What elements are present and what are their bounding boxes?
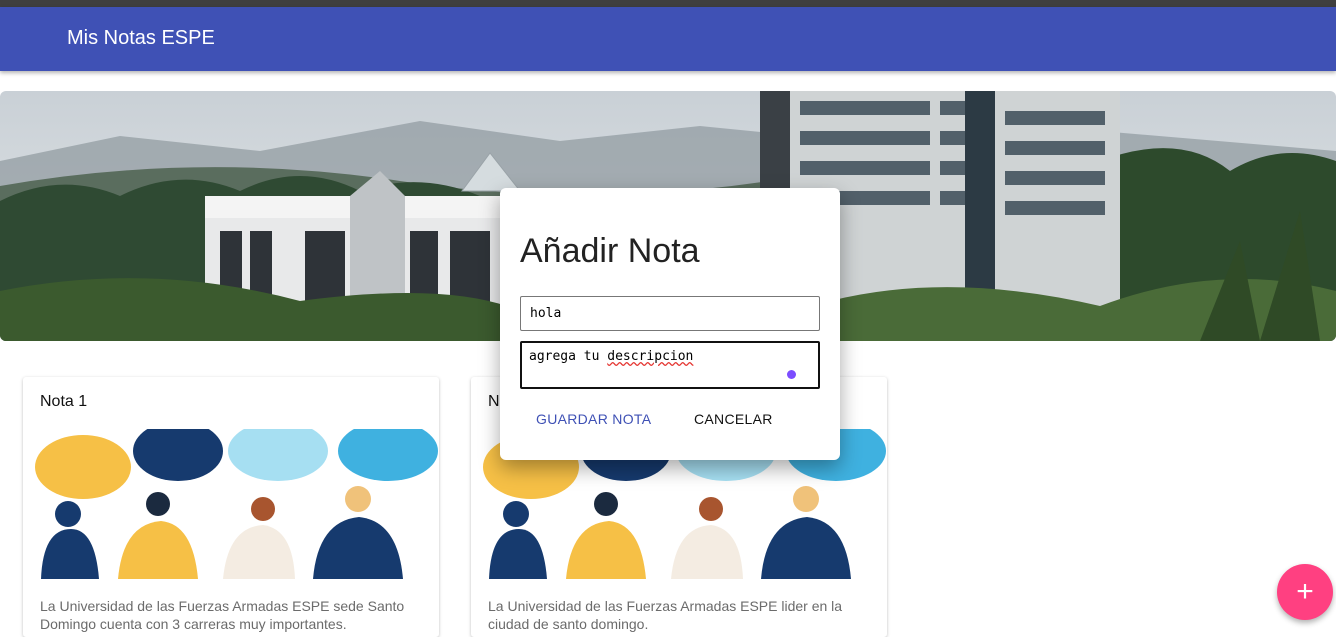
resize-handle-icon[interactable] [787, 370, 796, 379]
note-description-textarea[interactable]: agrega tu descripcion [520, 341, 820, 389]
app-title: Mis Notas ESPE [67, 27, 215, 49]
description-text-prefix: agrega tu [529, 349, 608, 364]
note-title: Nota 1 [40, 393, 88, 410]
cancel-button[interactable]: CANCELAR [694, 411, 773, 427]
description-text: agrega tu descripcion [529, 349, 693, 364]
browser-top-strip [0, 0, 1336, 7]
dialog-title: Añadir Nota [520, 232, 700, 270]
plus-icon: + [1296, 575, 1314, 608]
save-note-button[interactable]: GUARDAR NOTA [536, 411, 651, 427]
add-note-dialog: Añadir Nota agrega tu descripcion GUARDA… [500, 188, 840, 460]
note-description: La Universidad de las Fuerzas Armadas ES… [488, 598, 843, 632]
app-bar: Mis Notas ESPE [0, 7, 1336, 71]
description-text-misspelled: descripcion [607, 349, 694, 364]
add-note-fab[interactable]: + [1277, 564, 1333, 620]
note-title-input[interactable] [520, 296, 820, 331]
note-card[interactable]: Nota 1 La Universidad de las Fuerzas Arm… [23, 377, 439, 637]
note-description: La Universidad de las Fuerzas Armadas ES… [40, 598, 405, 632]
people-talking-illustration [35, 429, 438, 579]
